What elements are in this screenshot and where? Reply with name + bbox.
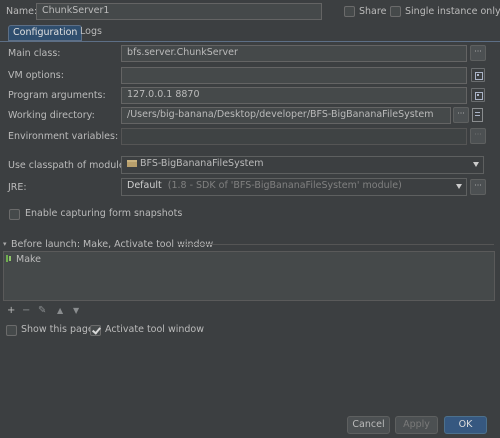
- macro-icon[interactable]: [472, 108, 483, 122]
- env-vars-label: Environment variables:: [8, 131, 119, 142]
- ellipsis-icon: ···: [474, 47, 482, 56]
- show-page-checkbox[interactable]: [6, 325, 17, 336]
- vm-options-expand-icon[interactable]: [471, 68, 485, 82]
- show-page-label: Show this page: [21, 324, 94, 335]
- jre-select[interactable]: Default (1.8 - SDK of 'BFS-BigBananaFile…: [121, 178, 467, 196]
- program-args-expand-icon[interactable]: [471, 88, 485, 102]
- tab-logs-label: Logs: [80, 26, 102, 37]
- share-label: Share: [359, 6, 387, 17]
- snapshots-checkbox[interactable]: [9, 209, 20, 220]
- move-up-icon[interactable]: ▲: [57, 306, 63, 316]
- jre-browse-button[interactable]: ···: [470, 179, 486, 195]
- activate-tool-label: Activate tool window: [105, 324, 205, 335]
- program-args-label: Program arguments:: [8, 90, 106, 101]
- classpath-label: Use classpath of module:: [8, 160, 128, 171]
- program-args-value: 127.0.0.1 8870: [127, 89, 200, 100]
- cancel-button-label: Cancel: [352, 419, 385, 430]
- apply-button[interactable]: Apply: [395, 416, 438, 434]
- jre-label: JRE:: [8, 182, 27, 193]
- program-args-field[interactable]: 127.0.0.1 8870: [121, 87, 467, 104]
- tab-divider: [0, 41, 500, 42]
- list-item[interactable]: Make: [16, 254, 41, 265]
- env-vars-browse-button[interactable]: ···: [470, 128, 486, 144]
- ellipsis-icon: ···: [457, 109, 465, 118]
- before-launch-divider: [178, 244, 494, 245]
- apply-button-label: Apply: [403, 419, 430, 430]
- remove-icon[interactable]: −: [22, 306, 30, 316]
- single-instance-checkbox[interactable]: [390, 6, 401, 17]
- activate-tool-checkbox[interactable]: [90, 325, 101, 336]
- tab-configuration[interactable]: Configuration: [8, 25, 83, 41]
- jre-detail-value: (1.8 - SDK of 'BFS-BigBananaFileSystem' …: [167, 180, 402, 191]
- main-class-browse-button[interactable]: ···: [470, 45, 486, 61]
- snapshots-label: Enable capturing form snapshots: [25, 208, 183, 219]
- name-input[interactable]: ChunkServer1: [36, 3, 322, 20]
- tab-logs[interactable]: Logs: [78, 25, 104, 41]
- classpath-value: BFS-BigBananaFileSystem: [140, 158, 264, 169]
- folder-icon: [127, 160, 137, 167]
- make-icon: [6, 255, 11, 262]
- working-dir-field[interactable]: /Users/big-banana/Desktop/developer/BFS-…: [121, 107, 451, 124]
- before-launch-list[interactable]: Make: [3, 251, 495, 301]
- vm-options-field[interactable]: [121, 67, 467, 84]
- share-checkbox[interactable]: [344, 6, 355, 17]
- collapse-triangle-icon[interactable]: ▾: [3, 240, 7, 248]
- chevron-down-icon: [456, 184, 462, 189]
- ok-button-label: OK: [458, 419, 473, 430]
- single-instance-label: Single instance only: [405, 6, 500, 17]
- name-label: Name:: [6, 6, 38, 17]
- main-class-label: Main class:: [8, 48, 61, 59]
- move-down-icon[interactable]: ▼: [73, 306, 79, 316]
- tab-configuration-label: Configuration: [13, 27, 78, 38]
- ok-button[interactable]: OK: [444, 416, 487, 434]
- name-input-value: ChunkServer1: [42, 5, 110, 16]
- classpath-select[interactable]: BFS-BigBananaFileSystem: [121, 156, 484, 174]
- edit-icon[interactable]: ✎: [38, 306, 46, 316]
- ellipsis-icon: ···: [474, 181, 482, 190]
- env-vars-field[interactable]: [121, 128, 467, 145]
- working-dir-label: Working directory:: [8, 110, 95, 121]
- vm-options-label: VM options:: [8, 70, 64, 81]
- main-class-value: bfs.server.ChunkServer: [127, 47, 238, 58]
- jre-default-value: Default: [127, 180, 162, 191]
- cancel-button[interactable]: Cancel: [347, 416, 390, 434]
- chevron-down-icon: [473, 162, 479, 167]
- working-dir-value: /Users/big-banana/Desktop/developer/BFS-…: [127, 109, 434, 120]
- main-class-field[interactable]: bfs.server.ChunkServer: [121, 45, 467, 62]
- add-icon[interactable]: +: [7, 306, 15, 316]
- ellipsis-icon: ···: [474, 130, 482, 139]
- working-dir-browse-button[interactable]: ···: [453, 107, 469, 123]
